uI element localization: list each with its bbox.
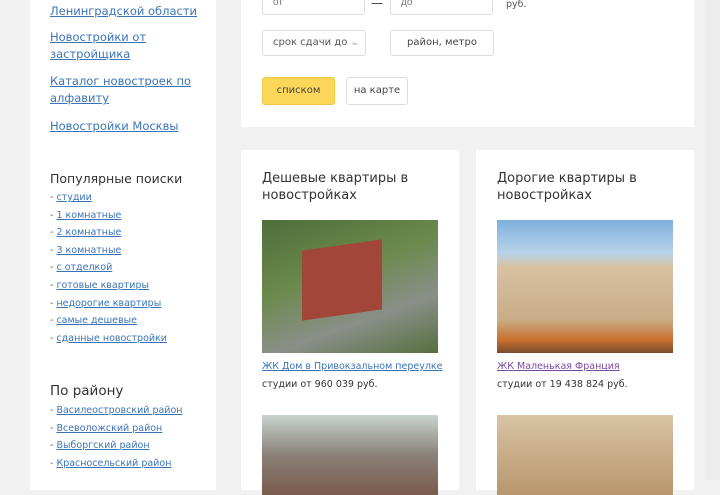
popular-link[interactable]: студии (56, 192, 91, 203)
map-view-button[interactable]: на карте (346, 77, 408, 105)
popular-searches-list: - студии - 1 комнатные - 2 комнатные - 3… (50, 189, 167, 347)
popular-link[interactable]: недорогие квартиры (56, 298, 161, 309)
list-item: - недорогие квартиры (50, 297, 162, 309)
list-item: - самые дешевые (50, 315, 137, 327)
popular-link[interactable]: 3 комнатные (56, 245, 121, 256)
popular-link[interactable]: с отделкой (56, 262, 112, 273)
district-link[interactable]: Василеостровский район (56, 405, 182, 416)
popular-link[interactable]: 1 комнатные (56, 210, 121, 221)
cheap-apartments-card: Дешевые квартиры в новостройках ЖК Дом в… (241, 150, 459, 495)
list-item: - сданные новостройки (50, 332, 167, 344)
district-link[interactable]: Всеволожский район (56, 423, 162, 434)
building-shape (302, 239, 382, 321)
list-view-button[interactable]: списком (262, 77, 335, 105)
list-item: - 3 комнатные (50, 244, 122, 256)
popular-link[interactable]: самые дешевые (56, 315, 136, 326)
expensive-apartments-card: Дорогие квартиры в новостройках ЖК Мален… (476, 150, 694, 495)
list-item: - Красносельский район (50, 457, 172, 469)
deadline-select[interactable]: срок сдачи до ⌄ (262, 30, 366, 56)
chevron-down-icon: ⌄ (350, 37, 359, 48)
card-title: Дорогие квартиры в новостройках (497, 171, 637, 203)
list-item: - Василеостровский район (50, 405, 183, 416)
building-image[interactable] (497, 415, 673, 495)
price-from-input[interactable] (262, 0, 365, 15)
district-list: - Василеостровский район - Всеволожский … (50, 402, 183, 472)
district-link[interactable]: Выборгский район (56, 440, 149, 451)
district-link[interactable]: Красносельский район (56, 458, 171, 469)
popular-link[interactable]: сданные новостройки (56, 333, 167, 344)
sidebar-link-catalog[interactable]: Каталог новостроек по алфавиту (50, 73, 210, 107)
sidebar: Ленинградской области Новостройки от зас… (30, 0, 216, 490)
deadline-label: срок сдачи до (273, 37, 348, 48)
district-heading: По району (50, 383, 124, 399)
price-text: студии от 19 438 824 руб. (497, 379, 628, 390)
list-item: - готовые квартиры (50, 279, 149, 291)
building-image[interactable] (262, 220, 438, 353)
list-item: - с отделкой (50, 262, 113, 274)
sidebar-link-leningrad[interactable]: Ленинградской области (50, 3, 210, 20)
complex-link[interactable]: ЖК Дом в Привокзальном переулке (262, 361, 443, 372)
list-item: - Всеволожский район (50, 422, 163, 434)
popular-link[interactable]: готовые квартиры (56, 280, 149, 291)
list-item: - студии (50, 192, 92, 203)
card-title: Дешевые квартиры в новостройках (262, 171, 409, 203)
price-to-input[interactable] (390, 0, 493, 15)
sidebar-link-moscow[interactable]: Новостройки Москвы (50, 118, 210, 135)
sidebar-link-developer[interactable]: Новостройки от застройщика (50, 29, 210, 63)
search-filter-panel: — руб. срок сдачи до ⌄ район, метро спис… (241, 0, 694, 127)
list-item: - Выборгский район (50, 440, 150, 452)
popular-link[interactable]: 2 комнатные (56, 227, 121, 238)
currency-label: руб. (506, 0, 527, 10)
popular-searches-heading: Популярные поиски (50, 171, 183, 186)
list-item: - 2 комнатные (50, 227, 122, 239)
price-text: студии от 960 039 руб. (262, 379, 378, 390)
list-item: - 1 комнатные (50, 209, 122, 221)
range-dash: — (371, 0, 383, 10)
page-scrollbar[interactable] (705, 0, 720, 480)
complex-link[interactable]: ЖК Маленькая Франция (497, 361, 620, 372)
building-image[interactable] (262, 415, 438, 495)
building-image[interactable] (497, 220, 673, 353)
district-metro-button[interactable]: район, метро (390, 30, 494, 56)
